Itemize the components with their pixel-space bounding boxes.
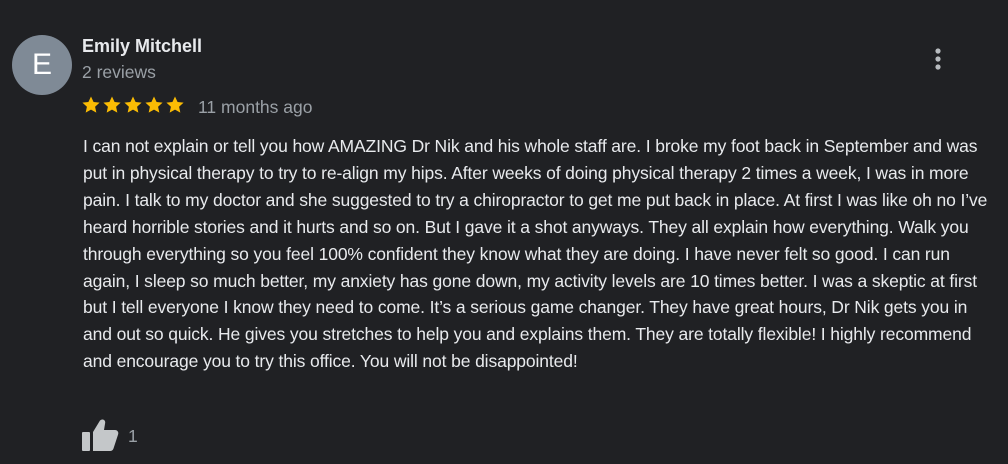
star-icon: [103, 96, 121, 113]
thumb-up-icon[interactable]: [81, 418, 119, 452]
star-icon: [124, 96, 142, 113]
review-card: E Emily Mitchell 2 reviews 11 months ago…: [0, 0, 1008, 464]
more-vert-icon[interactable]: [926, 44, 950, 74]
author-name[interactable]: Emily Mitchell: [82, 36, 202, 57]
review-time: 11 months ago: [198, 97, 313, 117]
like-count: 1: [128, 426, 138, 446]
star-rating: [81, 95, 185, 115]
star-icon: [82, 96, 100, 113]
star-icon: [166, 96, 184, 113]
review-text: I can not explain or tell you how AMAZIN…: [83, 136, 988, 372]
avatar[interactable]: E: [12, 35, 72, 95]
star-icon: [145, 96, 163, 113]
review-count: 2 reviews: [82, 62, 156, 82]
